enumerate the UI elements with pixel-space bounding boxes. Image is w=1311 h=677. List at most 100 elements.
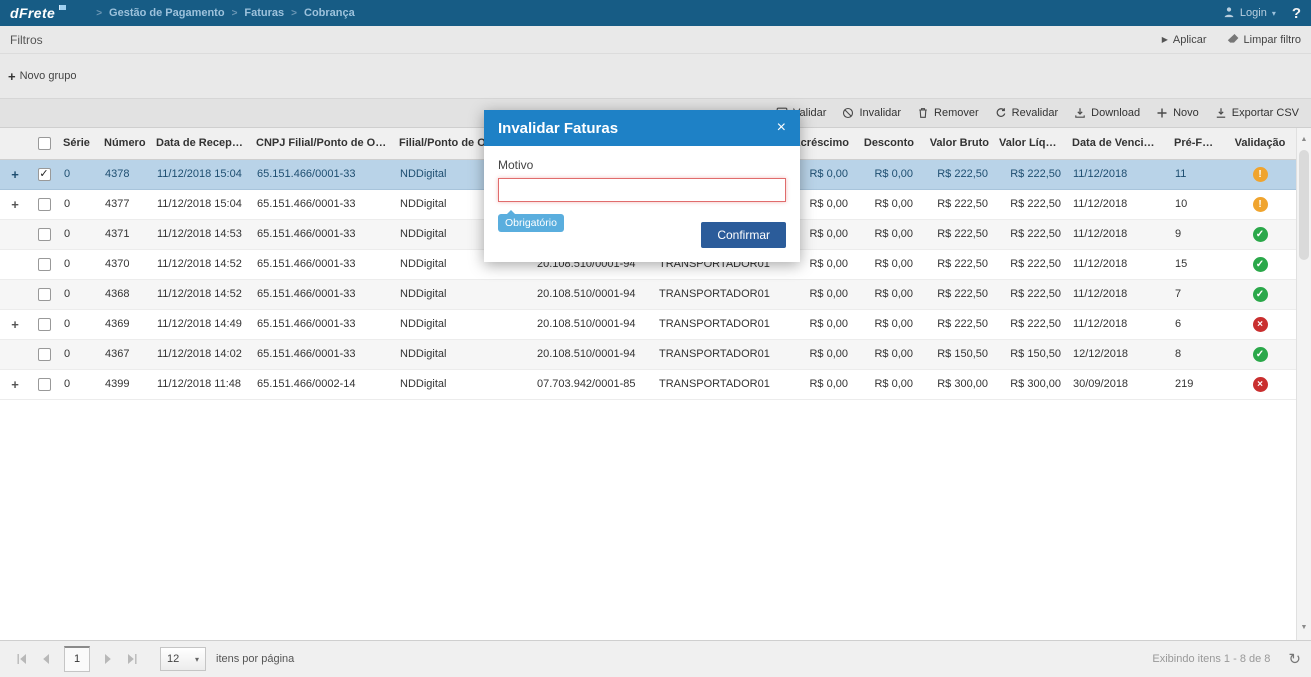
cell-cnpj_filial: 65.151.466/0001-33 [251,279,394,310]
confirm-button[interactable]: Confirmar [701,222,786,248]
new-group-button[interactable]: + Novo grupo [8,69,76,84]
topbar: dFrete > Gestão de Pagamento > Faturas >… [0,0,1311,26]
cell-pre_fatura: 15 [1169,249,1224,280]
export-icon [1215,107,1227,119]
apply-filter-button[interactable]: ▶ Aplicar [1162,33,1207,47]
cell-expand: + [0,309,30,340]
col-serie[interactable]: Série [58,128,99,160]
col-validacao[interactable]: Validação [1224,128,1296,160]
expand-icon[interactable]: + [11,377,19,392]
cell-check [30,219,58,250]
validation-success-icon: ✓ [1252,256,1268,272]
cell-vencimento: 11/12/2018 [1067,249,1169,280]
breadcrumb: > Gestão de Pagamento > Faturas > Cobran… [96,7,355,19]
breadcrumb-item-cobranca[interactable]: Cobrança [304,7,355,19]
invalidate-button[interactable]: Invalidar [842,107,901,119]
refresh-icon[interactable]: ↻ [1288,650,1301,668]
select-all-header[interactable] [30,128,58,160]
expand-icon[interactable]: + [11,197,19,212]
help-icon[interactable]: ? [1292,5,1301,22]
row-checkbox[interactable] [37,197,51,211]
cell-cnpj_filial: 65.151.466/0001-33 [251,249,394,280]
cell-recepcao: 11/12/2018 11:48 [151,369,251,400]
next-page-button[interactable] [96,647,120,671]
cell-expand: + [0,159,30,190]
previous-page-button[interactable] [34,647,58,671]
col-desconto[interactable]: Desconto [854,128,919,160]
cell-pre_fatura: 6 [1169,309,1224,340]
cell-valor_liquido: R$ 300,00 [994,369,1067,400]
table-row[interactable]: +0 4369 11/12/2018 14:49 65.151.466/0001-33… [0,309,1296,340]
cell-numero: 4377 [99,189,151,220]
cell-expand [0,219,30,250]
cell-expand [0,339,30,370]
col-valor-liquido[interactable]: Valor Líquido [994,128,1067,160]
revalidate-button[interactable]: Revalidar [995,107,1058,119]
page-size-select[interactable]: 12 ▾ [160,647,206,671]
expand-icon[interactable]: + [11,167,19,182]
scroll-up-icon[interactable]: ▲ [1297,132,1311,148]
table-row[interactable]: 0 4367 11/12/2018 14:02 65.151.466/0001-33 N… [0,339,1296,370]
table-row[interactable]: 0 4368 11/12/2018 14:52 65.151.466/0001-33 N… [0,279,1296,310]
logo-flag-icon [59,5,67,10]
cell-valor_liquido: R$ 222,50 [994,189,1067,220]
cell-recepcao: 11/12/2018 14:49 [151,309,251,340]
cell-vencimento: 12/12/2018 [1067,339,1169,370]
row-checkbox[interactable] [37,347,51,361]
last-page-button[interactable] [120,647,144,671]
cell-desconto: R$ 0,00 [854,189,919,220]
row-checkbox[interactable] [37,257,51,271]
cell-check [30,249,58,280]
col-data-recepcao[interactable]: Data de Recepção↓ [151,128,251,160]
breadcrumb-item-faturas[interactable]: Faturas [244,7,284,19]
row-checkbox[interactable] [37,287,51,301]
expand-column-header [0,128,30,160]
new-button[interactable]: Novo [1156,107,1199,119]
export-csv-button[interactable]: Exportar CSV [1215,107,1299,119]
cell-cnpj_transportador: 07.703.942/0001-85 [531,369,653,400]
cell-check [30,309,58,340]
motivo-input[interactable] [498,178,786,202]
col-data-vencimento[interactable]: Data de Vencimento [1067,128,1169,160]
cell-numero: 4399 [99,369,151,400]
cell-validacao: × [1224,369,1296,400]
clear-filter-button[interactable]: Limpar filtro [1227,33,1301,47]
select-all-checkbox[interactable] [37,136,51,150]
first-page-button[interactable] [10,647,34,671]
current-page[interactable]: 1 [64,646,90,672]
row-checkbox[interactable] [37,227,51,241]
invalidate-invoices-modal: Invalidar Faturas × Motivo Obrigatório C… [484,110,800,262]
col-valor-bruto[interactable]: Valor Bruto [919,128,994,160]
cell-valor_bruto: R$ 222,50 [919,309,994,340]
cell-pre_fatura: 10 [1169,189,1224,220]
row-checkbox[interactable]: ✓ [37,167,51,181]
cell-validacao: ✓ [1224,339,1296,370]
cell-valor_bruto: R$ 222,50 [919,219,994,250]
pagination-summary: Exibindo itens 1 - 8 de 8 [1152,653,1271,665]
close-icon[interactable]: × [777,120,786,136]
col-cnpj-filial[interactable]: CNPJ Filial/Ponto de Operação [251,128,394,160]
cell-serie: 0 [58,249,99,280]
login-menu[interactable]: Login ▾ [1223,6,1276,21]
cell-vencimento: 11/12/2018 [1067,159,1169,190]
vertical-scrollbar[interactable]: ▲ ▼ [1296,128,1311,640]
scrollbar-thumb[interactable] [1299,150,1309,260]
row-checkbox[interactable] [37,317,51,331]
breadcrumb-separator: > [96,7,103,19]
validation-warning-icon: ! [1252,196,1268,212]
expand-icon[interactable]: + [11,317,19,332]
play-icon: ▶ [1161,35,1168,44]
cell-filial: NDDigital [394,339,531,370]
col-numero[interactable]: Número [99,128,151,160]
cell-vencimento: 11/12/2018 [1067,309,1169,340]
scroll-down-icon[interactable]: ▼ [1297,620,1311,636]
col-pre-fatura[interactable]: Pré-Fatura [1169,128,1224,160]
remove-button[interactable]: Remover [917,107,979,119]
table-row[interactable]: +0 4399 11/12/2018 11:48 65.151.466/0002-14… [0,369,1296,400]
cell-valor_bruto: R$ 222,50 [919,249,994,280]
row-checkbox[interactable] [37,377,51,391]
cell-valor_bruto: R$ 300,00 [919,369,994,400]
modal-header: Invalidar Faturas × [484,110,800,146]
download-button[interactable]: Download [1074,107,1140,119]
breadcrumb-item-gestao[interactable]: Gestão de Pagamento [109,7,225,19]
